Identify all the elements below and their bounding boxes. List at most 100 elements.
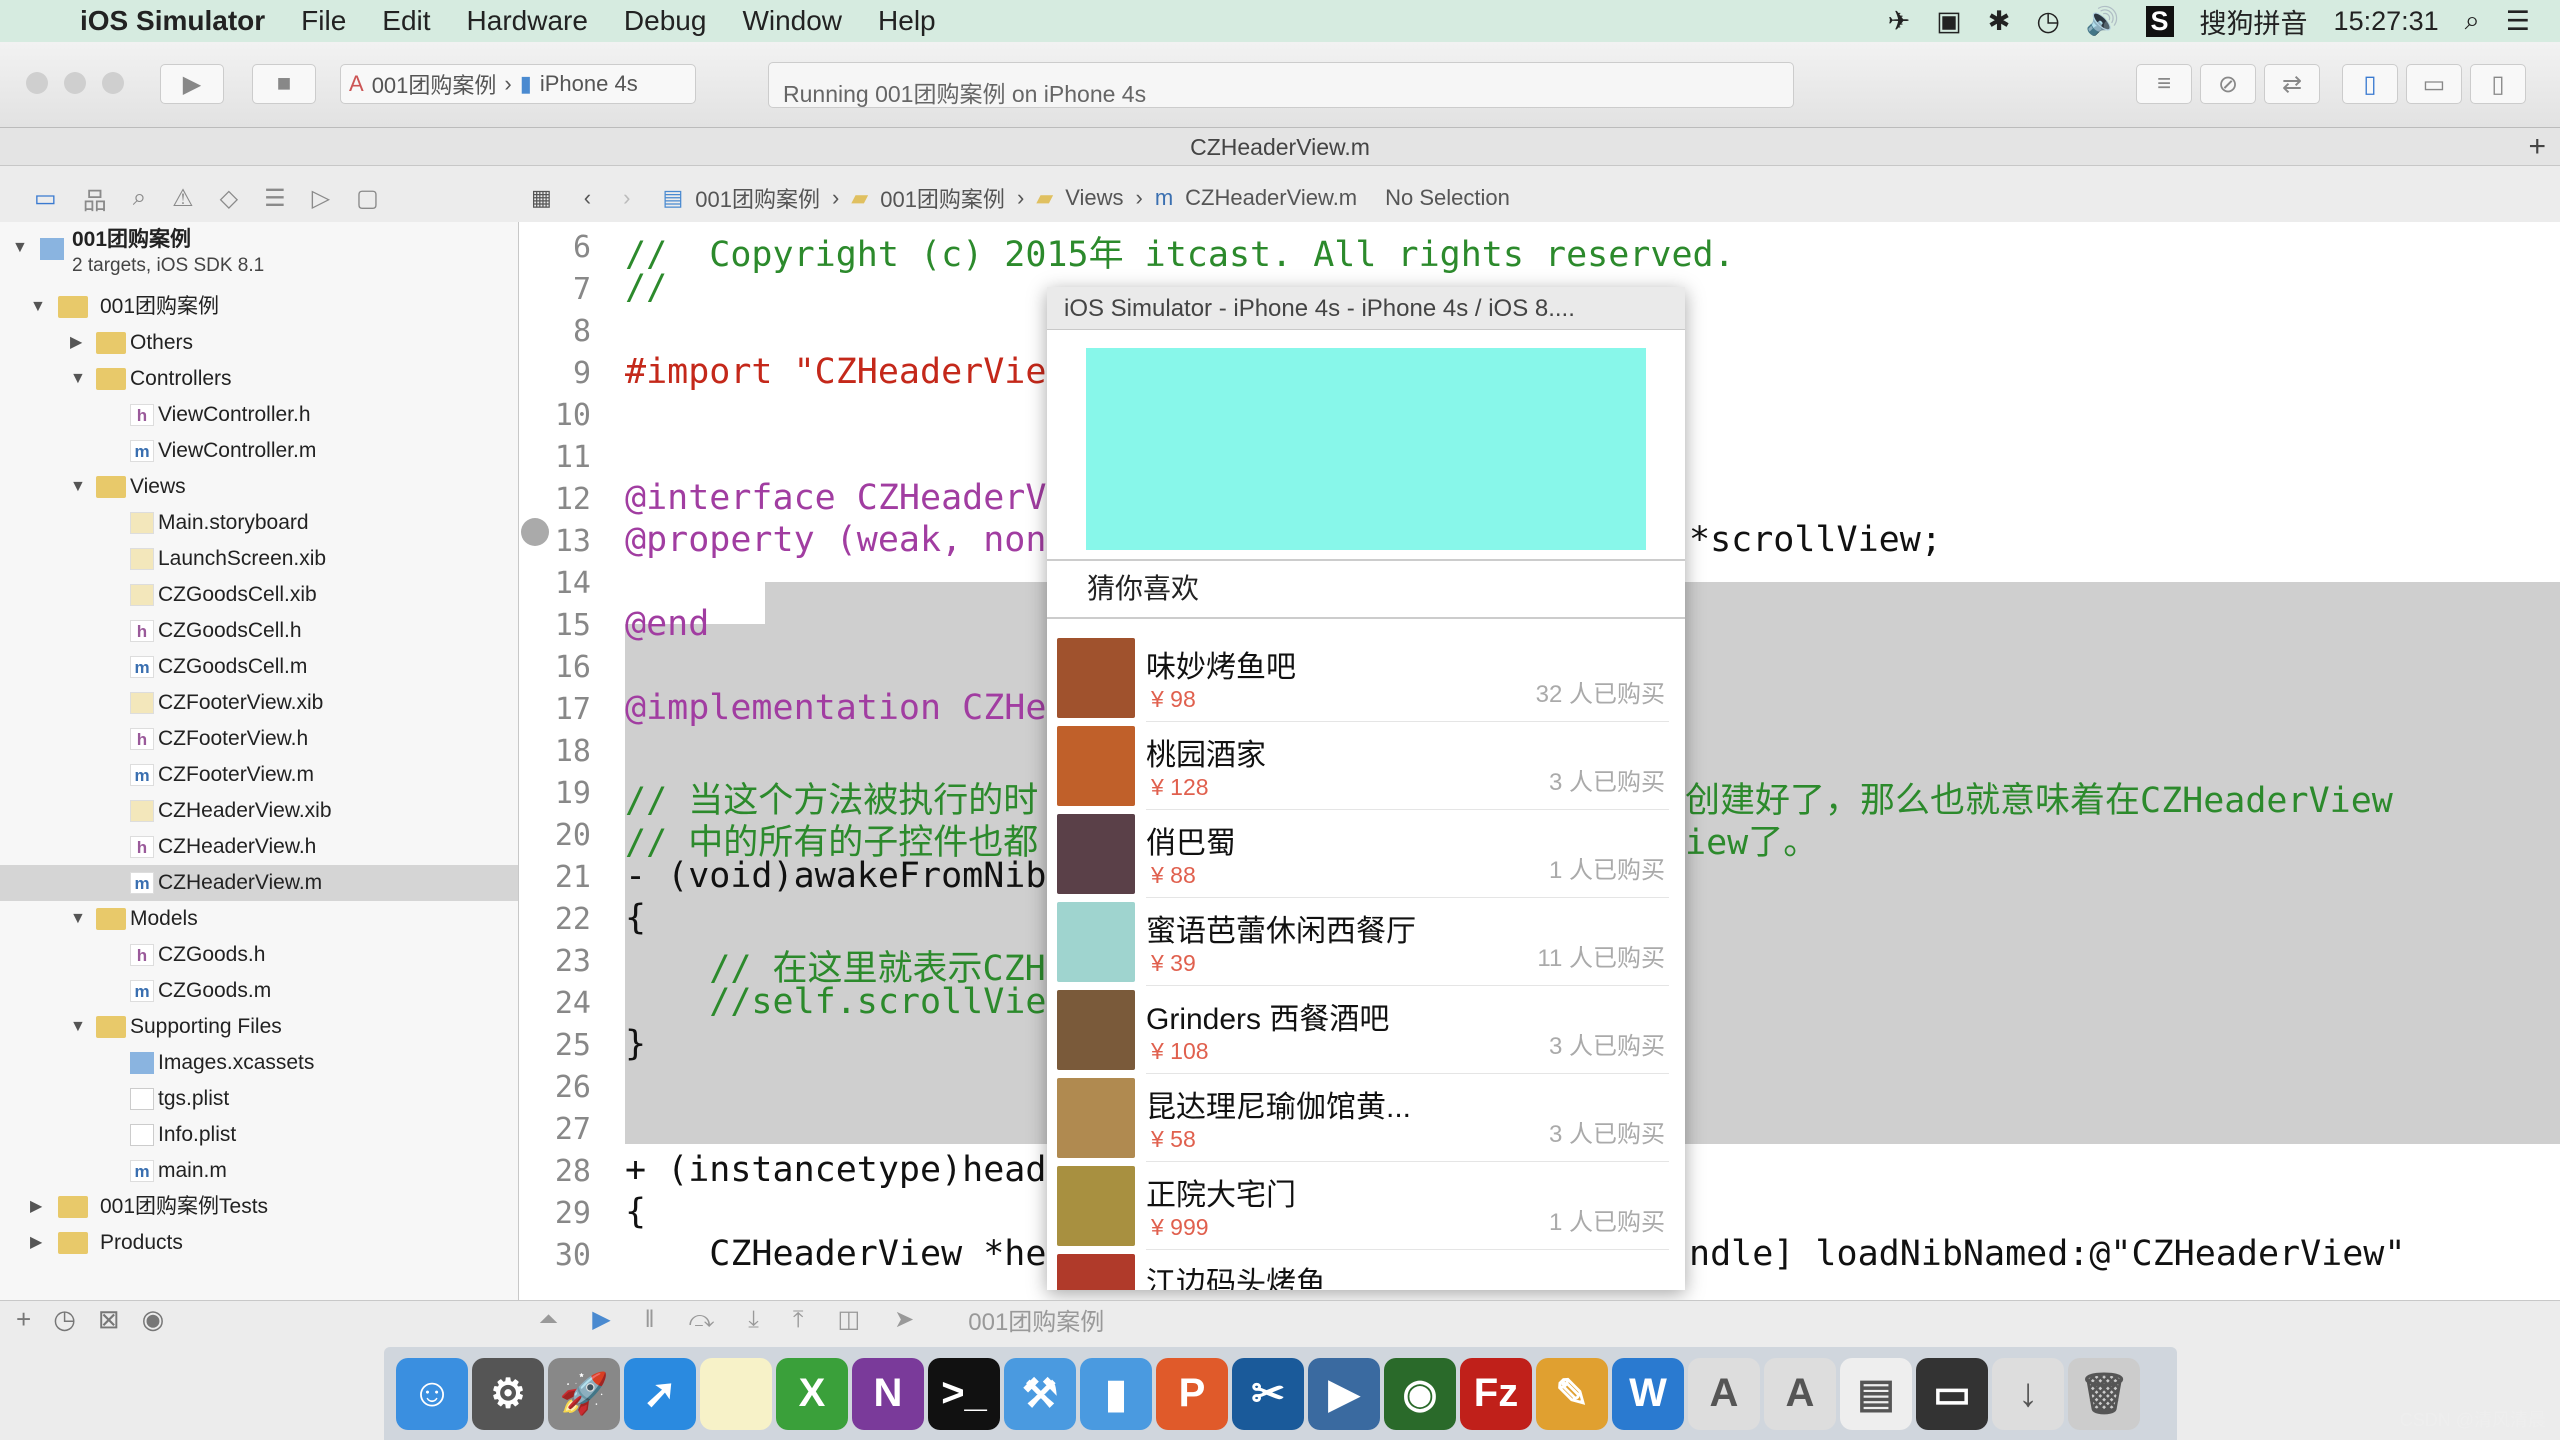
code-line[interactable]: { bbox=[625, 898, 646, 938]
pause-icon[interactable]: ‖ bbox=[645, 1306, 655, 1334]
view-debugger-icon[interactable]: ◫ bbox=[837, 1305, 860, 1334]
test-navigator-icon[interactable]: ◇ bbox=[220, 184, 238, 213]
step-out-icon[interactable]: ⤒ bbox=[793, 1306, 804, 1334]
location-icon[interactable]: ➤ bbox=[894, 1305, 914, 1334]
zoom-button[interactable] bbox=[102, 72, 124, 94]
jump-views[interactable]: Views bbox=[1065, 185, 1123, 211]
add-tab-icon[interactable]: + bbox=[2528, 128, 2546, 166]
code-line[interactable]: CZHeaderView *he bbox=[625, 1234, 1046, 1274]
source-control-icon[interactable]: ⊠ bbox=[98, 1304, 120, 1335]
disclosure-right-icon[interactable]: ▶ bbox=[70, 325, 82, 361]
notification-icon[interactable]: ☰ bbox=[2506, 6, 2530, 37]
code-line[interactable]: } bbox=[625, 1024, 646, 1064]
finder-icon[interactable]: ☺ bbox=[396, 1357, 468, 1430]
assistant-editor-icon[interactable]: ⊘ bbox=[2200, 64, 2256, 104]
navigator-item[interactable]: Images.xcassets bbox=[0, 1045, 518, 1081]
menu-help[interactable]: Help bbox=[878, 5, 936, 37]
navigator-item[interactable]: h CZFooterView.h bbox=[0, 721, 518, 757]
navigator-item[interactable]: ▶ 001团购案例Tests bbox=[0, 1189, 518, 1225]
recent-files-icon[interactable]: ◷ bbox=[53, 1304, 76, 1335]
code-line-right[interactable]: *scrollView; bbox=[1689, 520, 1942, 560]
step-in-icon[interactable]: ⤓ bbox=[748, 1306, 759, 1334]
code-line[interactable]: @end bbox=[625, 604, 709, 644]
report-navigator-icon[interactable]: ▢ bbox=[356, 184, 379, 213]
launchpad-icon[interactable]: 🚀 bbox=[548, 1357, 620, 1430]
scheme-selector[interactable]: A 001团购案例 › ▮ iPhone 4s bbox=[340, 64, 696, 104]
terminal-icon[interactable]: >_ bbox=[928, 1357, 1000, 1430]
disk-utility-icon[interactable]: ◉ bbox=[1384, 1357, 1456, 1430]
navigator-item[interactable]: ▼ Views bbox=[0, 469, 518, 505]
camera-icon[interactable]: ▣ bbox=[1936, 6, 1962, 37]
notes-icon[interactable] bbox=[700, 1357, 772, 1430]
code-line[interactable]: @implementation CZHe bbox=[625, 688, 1046, 728]
navigator-item[interactable]: m main.m bbox=[0, 1153, 518, 1189]
navigator-item[interactable]: LaunchScreen.xib bbox=[0, 541, 518, 577]
jump-selection[interactable]: No Selection bbox=[1385, 185, 1510, 211]
header-scroll-view[interactable] bbox=[1086, 348, 1646, 550]
navigator-item[interactable]: h ViewController.h bbox=[0, 397, 518, 433]
disclosure-down-icon[interactable]: ▼ bbox=[70, 469, 86, 505]
find-navigator-icon[interactable]: ⌕ bbox=[133, 184, 146, 212]
disclosure-down-icon[interactable]: ▼ bbox=[12, 230, 28, 266]
deal-cell[interactable]: 正院大宅门 ¥ 999 1 人已购买 bbox=[1047, 1162, 1685, 1250]
navigator-item[interactable]: ▼ Controllers bbox=[0, 361, 518, 397]
navigator-item[interactable]: m CZGoodsCell.m bbox=[0, 649, 518, 685]
breakpoints-toggle-icon[interactable]: ▶ bbox=[592, 1305, 610, 1334]
word-icon[interactable]: W bbox=[1612, 1357, 1684, 1430]
standard-editor-icon[interactable]: ≡ bbox=[2136, 64, 2192, 104]
code-line-right[interactable]: iew了。 bbox=[1685, 814, 1818, 865]
navigator-item[interactable]: h CZGoods.h bbox=[0, 937, 518, 973]
project-row[interactable]: ▼ 001团购案例 2 targets, iOS SDK 8.1 bbox=[0, 228, 518, 286]
menu-debug[interactable]: Debug bbox=[624, 5, 707, 37]
code-line[interactable]: { bbox=[625, 1192, 646, 1232]
instruments-icon[interactable]: ▮ bbox=[1080, 1357, 1152, 1430]
navigator-item[interactable]: m CZHeaderView.m bbox=[0, 865, 518, 901]
code-line[interactable]: // Copyright (c) 2015年 itcast. All right… bbox=[625, 226, 1735, 277]
excel-icon[interactable]: X bbox=[776, 1357, 848, 1430]
airplane-icon[interactable]: ✈ bbox=[1888, 6, 1911, 37]
navigator-item[interactable]: h CZGoodsCell.h bbox=[0, 613, 518, 649]
code-line[interactable]: @interface CZHeaderV bbox=[625, 478, 1046, 518]
xcode-icon[interactable]: ⚒ bbox=[1004, 1357, 1076, 1430]
tab-czheaderview[interactable]: CZHeaderView.m bbox=[1190, 134, 1370, 160]
navigator-item[interactable]: ▶ Others bbox=[0, 325, 518, 361]
navigator-toggle-icon[interactable]: ▯ bbox=[2342, 64, 2398, 104]
powerpoint-icon[interactable]: P bbox=[1156, 1357, 1228, 1430]
display-icon[interactable]: ▭ bbox=[1916, 1357, 1988, 1430]
code-line[interactable]: //self.scrollVie bbox=[625, 982, 1046, 1022]
deal-cell[interactable]: 江边码头烤鱼 bbox=[1047, 1250, 1685, 1290]
navigator-item[interactable]: m CZGoods.m bbox=[0, 973, 518, 1009]
navigator-item[interactable]: h CZHeaderView.h bbox=[0, 829, 518, 865]
disclosure-down-icon[interactable]: ▼ bbox=[30, 289, 46, 325]
deal-cell[interactable]: 桃园酒家 ¥ 128 3 人已购买 bbox=[1047, 722, 1685, 810]
deal-cell[interactable]: 蜜语芭蕾休闲西餐厅 ¥ 39 11 人已购买 bbox=[1047, 898, 1685, 986]
deal-cell[interactable]: 味妙烤鱼吧 ¥ 98 32 人已购买 bbox=[1047, 634, 1685, 722]
disclosure-down-icon[interactable]: ▼ bbox=[70, 361, 86, 397]
related-items-icon[interactable]: ▦ bbox=[531, 185, 552, 211]
code-line[interactable]: + (instancetype)head bbox=[625, 1150, 1046, 1190]
time-machine-icon[interactable]: ◷ bbox=[2036, 6, 2060, 37]
add-icon[interactable]: + bbox=[16, 1304, 31, 1335]
sogou-icon[interactable]: S bbox=[2145, 5, 2174, 37]
navigator-item[interactable]: tgs.plist bbox=[0, 1081, 518, 1117]
navigator-item[interactable]: CZGoodsCell.xib bbox=[0, 577, 518, 613]
disclosure-down-icon[interactable]: ▼ bbox=[70, 1009, 86, 1045]
disclosure-right-icon[interactable]: ▶ bbox=[30, 1225, 42, 1261]
clock[interactable]: 15:27:31 bbox=[2334, 6, 2439, 37]
back-icon[interactable]: ‹ bbox=[584, 185, 591, 211]
navigator-item[interactable]: ▶ Products bbox=[0, 1225, 518, 1261]
version-editor-icon[interactable]: ⇄ bbox=[2264, 64, 2320, 104]
volume-icon[interactable]: 🔊 bbox=[2086, 5, 2120, 37]
navigator-item[interactable]: m ViewController.m bbox=[0, 433, 518, 469]
menu-window[interactable]: Window bbox=[742, 5, 842, 37]
movie-icon[interactable]: ▶ bbox=[1308, 1357, 1380, 1430]
code-line[interactable]: - (void)awakeFromNib bbox=[625, 856, 1046, 896]
run-button[interactable]: ▶ bbox=[160, 64, 224, 104]
issue-navigator-icon[interactable]: ⚠ bbox=[172, 184, 194, 213]
navigator-item[interactable]: m CZFooterView.m bbox=[0, 757, 518, 793]
filezilla-icon[interactable]: Fz bbox=[1460, 1357, 1532, 1430]
debug-navigator-icon[interactable]: ☰ bbox=[264, 184, 286, 213]
bluetooth-icon[interactable]: ✱ bbox=[1988, 6, 2011, 37]
symbol-navigator-icon[interactable]: 品 bbox=[83, 181, 107, 216]
hide-debug-icon[interactable]: ⏶ bbox=[539, 1306, 558, 1334]
